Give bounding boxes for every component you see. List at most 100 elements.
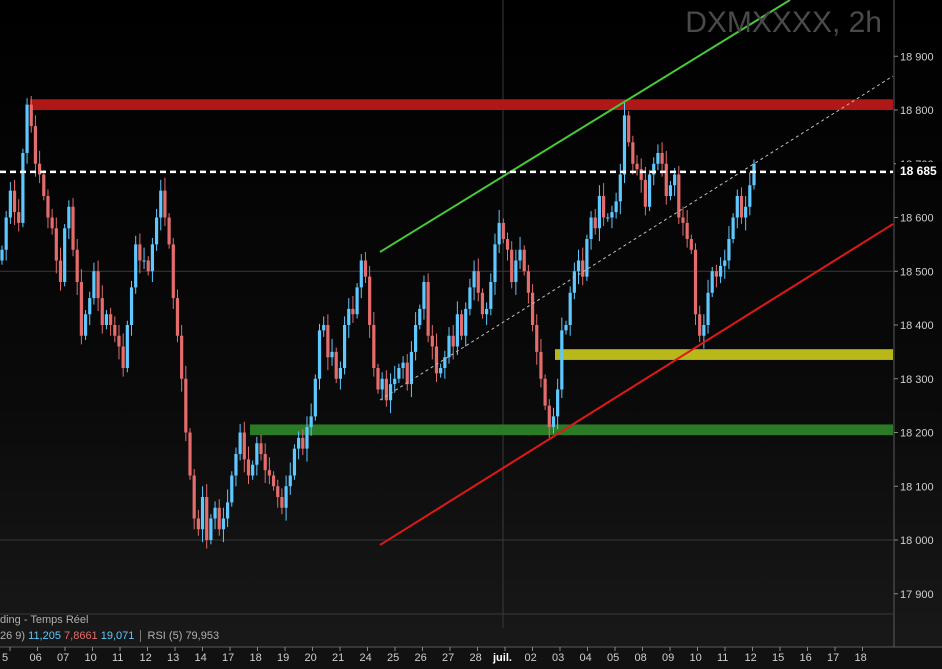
candle-body	[17, 212, 21, 223]
separator	[140, 630, 142, 643]
y-tick-label: 18 300	[900, 374, 934, 386]
candle-body	[723, 260, 727, 266]
x-tick-label: 18	[250, 652, 262, 664]
candle-body	[301, 437, 305, 449]
candle-body	[171, 244, 175, 299]
candle-body	[280, 497, 284, 508]
candle-body	[522, 249, 526, 272]
candle-body	[689, 239, 693, 250]
candle-body	[121, 346, 125, 368]
candle-body	[313, 378, 317, 417]
candle-body	[535, 325, 539, 352]
candle-body	[731, 217, 735, 239]
candle-body	[668, 185, 673, 196]
x-tick-label: 26	[415, 652, 427, 664]
price-chart[interactable]: 17 900 18 000 18 100 18 200 18 300 18 400 18 5…	[0, 0, 942, 669]
candle-body	[129, 287, 134, 325]
chart-window: { "header": { "ticker": "DXMXXXX, 2h" },…	[0, 0, 942, 669]
x-tick-label: 07	[57, 652, 69, 664]
zone-support-yellow	[555, 349, 893, 360]
candle-body	[238, 432, 242, 454]
candle-body	[242, 432, 246, 460]
candle-body	[342, 325, 347, 368]
candle-body	[735, 196, 739, 218]
candle-body	[660, 153, 664, 164]
y-tick-label: 18 800	[900, 105, 934, 117]
x-tick-label: 18	[855, 652, 867, 664]
candle-body	[92, 271, 96, 299]
candle-body	[284, 486, 288, 508]
candle-body	[213, 507, 217, 519]
candle-body	[627, 115, 631, 143]
candle-body	[8, 190, 12, 218]
candle-body	[71, 206, 75, 250]
candle-body	[693, 249, 698, 315]
candle-body	[543, 378, 547, 406]
candle-body	[125, 325, 129, 368]
candle-body	[271, 475, 276, 487]
candle-body	[710, 271, 714, 293]
x-tick-label: 09	[662, 652, 674, 664]
x-tick-label: 16	[800, 652, 812, 664]
candle-body	[698, 314, 702, 336]
candle-body	[334, 351, 338, 379]
y-tick-label: 18 400	[900, 320, 934, 332]
candle-body	[184, 378, 188, 433]
candle-body	[526, 271, 530, 293]
x-tick-label: 28	[470, 652, 482, 664]
x-tick-label: 17	[827, 652, 839, 664]
x-tick-label: 12	[745, 652, 757, 664]
candle-body	[188, 432, 192, 476]
candle-body	[505, 239, 510, 250]
candle-body	[635, 163, 639, 170]
candle-body	[288, 475, 292, 487]
candle-body	[393, 378, 397, 385]
x-tick-label: 19	[277, 652, 289, 664]
candle-body	[643, 179, 647, 207]
candle-body	[706, 292, 710, 325]
candle-body	[25, 104, 29, 153]
candle-body	[414, 325, 418, 352]
candle-body	[138, 244, 142, 261]
candle-body	[614, 201, 618, 213]
candle-body	[606, 217, 610, 219]
candle-body	[104, 314, 109, 325]
candle-body	[267, 470, 271, 476]
candle-body	[685, 222, 689, 239]
x-tick-label: 04	[580, 652, 592, 664]
candle-body	[422, 282, 426, 309]
candle-body	[510, 249, 514, 282]
candle-body	[154, 217, 159, 245]
candle-body	[226, 502, 230, 519]
x-tick-label: 15	[772, 652, 784, 664]
x-tick-label: 11	[717, 652, 728, 664]
candle-body	[205, 497, 209, 540]
candle-body	[100, 298, 104, 325]
candle-body	[556, 389, 560, 417]
candle-body	[46, 196, 50, 218]
candle-body	[622, 115, 627, 175]
x-tick-label: juil.	[492, 652, 512, 664]
candle-body	[29, 104, 33, 127]
candle-body	[618, 174, 622, 202]
macd-label: 26 9)	[0, 630, 26, 642]
candle-body	[468, 287, 472, 309]
candle-body	[368, 276, 372, 325]
candle-body	[380, 378, 384, 390]
last-price-label: 18 685	[896, 162, 942, 180]
y-tick-label: 18 100	[900, 481, 934, 493]
candle-body	[192, 475, 196, 519]
x-tick-label: 5	[2, 652, 8, 664]
candle-body	[405, 362, 409, 385]
candle-body	[322, 325, 326, 331]
candle-body	[163, 190, 167, 218]
candle-body	[589, 217, 593, 239]
candle-body	[317, 330, 322, 379]
y-tick-label: 17 900	[900, 589, 934, 601]
candle-body	[351, 308, 355, 315]
y-tick-label: 18 500	[900, 266, 934, 278]
candle-body	[12, 190, 17, 213]
candle-body	[572, 271, 576, 293]
candle-body	[75, 249, 79, 282]
candle-body	[476, 271, 480, 293]
